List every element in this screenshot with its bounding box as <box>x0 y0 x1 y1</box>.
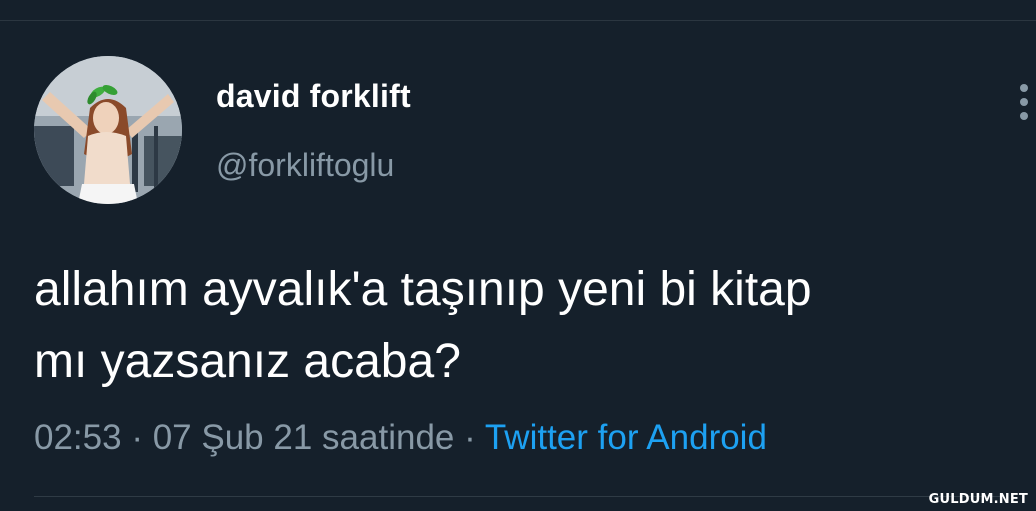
tweet-text-line: allahım ayvalık'a taşınıp yeni bi kitap <box>34 263 812 316</box>
tweet-text-line: mı yazsanız acaba? <box>34 335 461 388</box>
tweet-text: allahım ayvalık'a taşınıp yeni bi kitap … <box>34 254 1024 398</box>
display-name[interactable]: david forklift <box>216 78 411 115</box>
tweet-metadata: 02:53 · 07 Şub 21 saatinde · Twitter for… <box>34 418 767 458</box>
more-vertical-icon[interactable] <box>1014 84 1034 124</box>
user-handle[interactable]: @forkliftoglu <box>216 147 394 184</box>
bottom-divider <box>34 496 1002 497</box>
tweet-time-suffix: saatinde <box>322 418 455 457</box>
meta-separator: · <box>131 418 143 457</box>
watermark: GULDUM.NET <box>928 492 1028 507</box>
tweet-date[interactable]: 07 Şub 21 <box>153 418 313 457</box>
tweet-time[interactable]: 02:53 <box>34 418 122 457</box>
avatar-photo <box>34 56 182 204</box>
top-divider <box>0 20 1036 21</box>
avatar[interactable] <box>34 56 182 204</box>
meta-separator: · <box>464 418 476 457</box>
tweet-source-link[interactable]: Twitter for Android <box>485 418 767 457</box>
